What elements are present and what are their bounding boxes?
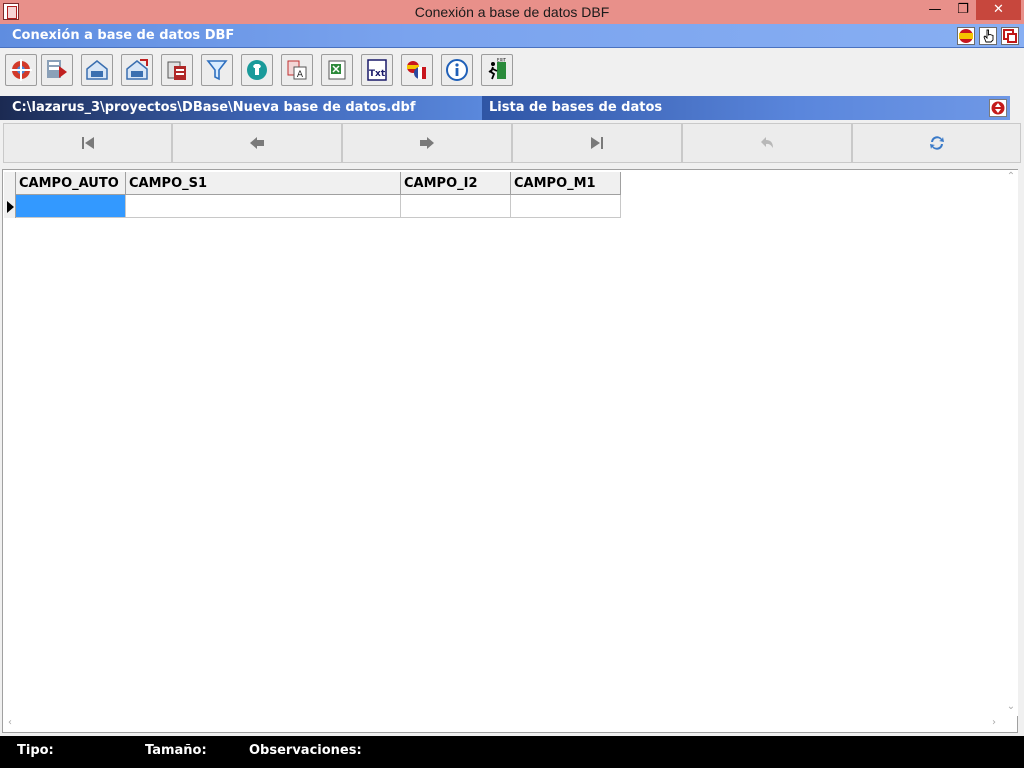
cascade-windows-icon[interactable] bbox=[1001, 27, 1019, 45]
excel-export-icon bbox=[328, 60, 346, 80]
minimize-button[interactable]: — bbox=[920, 0, 950, 20]
horizontal-scrollbar[interactable]: ‹ › bbox=[3, 716, 1017, 732]
status-observaciones-label: Observaciones: bbox=[249, 743, 362, 758]
save-folder-icon bbox=[126, 59, 148, 80]
form-header: Conexión a base de datos DBF bbox=[0, 24, 1024, 48]
grid-cell-campo-i2[interactable] bbox=[401, 195, 511, 218]
status-tipo-label: Tipo: bbox=[17, 743, 54, 758]
next-record-button[interactable] bbox=[342, 123, 512, 163]
column-header-campo-m1[interactable]: CAMPO_M1 bbox=[511, 172, 621, 195]
scroll-left-icon[interactable]: ‹ bbox=[3, 716, 17, 730]
expand-list-icon[interactable] bbox=[989, 99, 1007, 117]
database-list-header: Lista de bases de datos bbox=[482, 96, 1010, 120]
connect-database-icon bbox=[10, 59, 32, 81]
info-button[interactable] bbox=[441, 54, 473, 86]
scroll-down-icon[interactable]: ⌄ bbox=[1004, 700, 1018, 714]
table-structure-icon bbox=[47, 60, 67, 78]
spanish-flag-icon[interactable] bbox=[957, 27, 975, 45]
hand-pointer-icon[interactable] bbox=[979, 27, 997, 45]
scroll-up-icon[interactable]: ⌃ bbox=[1004, 170, 1018, 184]
connect-database-button[interactable] bbox=[5, 54, 37, 86]
delete-records-icon bbox=[167, 61, 186, 80]
status-tamano-label: Tamaño: bbox=[145, 743, 207, 758]
grid-cell-campo-m1[interactable] bbox=[511, 195, 621, 218]
undo-icon bbox=[761, 137, 773, 148]
grid-cell-campo-s1[interactable] bbox=[126, 195, 401, 218]
svg-text:EXIT: EXIT bbox=[497, 58, 506, 63]
text-document-icon: A bbox=[287, 60, 307, 80]
column-header-campo-i2[interactable]: CAMPO_I2 bbox=[401, 172, 511, 195]
form-title: Conexión a base de datos DBF bbox=[12, 28, 235, 43]
refresh-icon bbox=[929, 136, 944, 150]
last-record-icon bbox=[591, 137, 603, 149]
next-record-icon bbox=[420, 137, 434, 149]
close-button[interactable]: ✕ bbox=[976, 0, 1021, 20]
cancel-edit-button[interactable] bbox=[682, 123, 852, 163]
last-record-button[interactable] bbox=[512, 123, 682, 163]
delete-records-button[interactable] bbox=[161, 54, 193, 86]
info-icon bbox=[446, 59, 468, 81]
vertical-scrollbar[interactable]: ⌃ ⌄ bbox=[1004, 170, 1018, 716]
filter-icon bbox=[206, 60, 228, 81]
first-record-button[interactable] bbox=[3, 123, 172, 163]
svg-text:Txt: Txt bbox=[369, 69, 386, 79]
open-folder-icon bbox=[86, 60, 108, 80]
language-button[interactable] bbox=[401, 54, 433, 86]
txt-export-button[interactable]: Txt bbox=[361, 54, 393, 86]
column-header-campo-s1[interactable]: CAMPO_S1 bbox=[126, 172, 401, 195]
refresh-button[interactable] bbox=[852, 123, 1021, 163]
scroll-right-icon[interactable]: › bbox=[987, 716, 1001, 730]
txt-export-icon: Txt bbox=[367, 59, 387, 81]
restore-button[interactable]: ❐ bbox=[948, 0, 978, 20]
teal-shirt-icon bbox=[247, 60, 267, 80]
table-structure-button[interactable] bbox=[41, 54, 73, 86]
filter-button[interactable] bbox=[201, 54, 233, 86]
teal-action-button[interactable] bbox=[241, 54, 273, 86]
current-row-indicator-icon bbox=[7, 201, 14, 213]
database-list-title: Lista de bases de datos bbox=[489, 100, 663, 115]
exit-button[interactable]: EXIT bbox=[481, 54, 513, 86]
grid-cell-campo-auto[interactable] bbox=[16, 195, 126, 218]
exit-icon: EXIT bbox=[488, 58, 507, 80]
previous-record-icon bbox=[250, 137, 264, 149]
svg-text:A: A bbox=[297, 70, 304, 80]
file-path-label: C:\lazarus_3\proyectos\DBase\Nueva base … bbox=[12, 100, 416, 115]
file-path-bar: C:\lazarus_3\proyectos\DBase\Nueva base … bbox=[0, 96, 482, 120]
excel-export-button[interactable] bbox=[321, 54, 353, 86]
save-database-button[interactable] bbox=[121, 54, 153, 86]
data-grid[interactable] bbox=[2, 169, 1018, 733]
previous-record-button[interactable] bbox=[172, 123, 342, 163]
language-flags-icon bbox=[407, 61, 426, 79]
text-document-button[interactable]: A bbox=[281, 54, 313, 86]
first-record-icon bbox=[81, 137, 94, 149]
open-database-button[interactable] bbox=[81, 54, 113, 86]
window-title: Conexión a base de datos DBF bbox=[414, 4, 610, 20]
column-header-campo-auto[interactable]: CAMPO_AUTO bbox=[16, 172, 126, 195]
